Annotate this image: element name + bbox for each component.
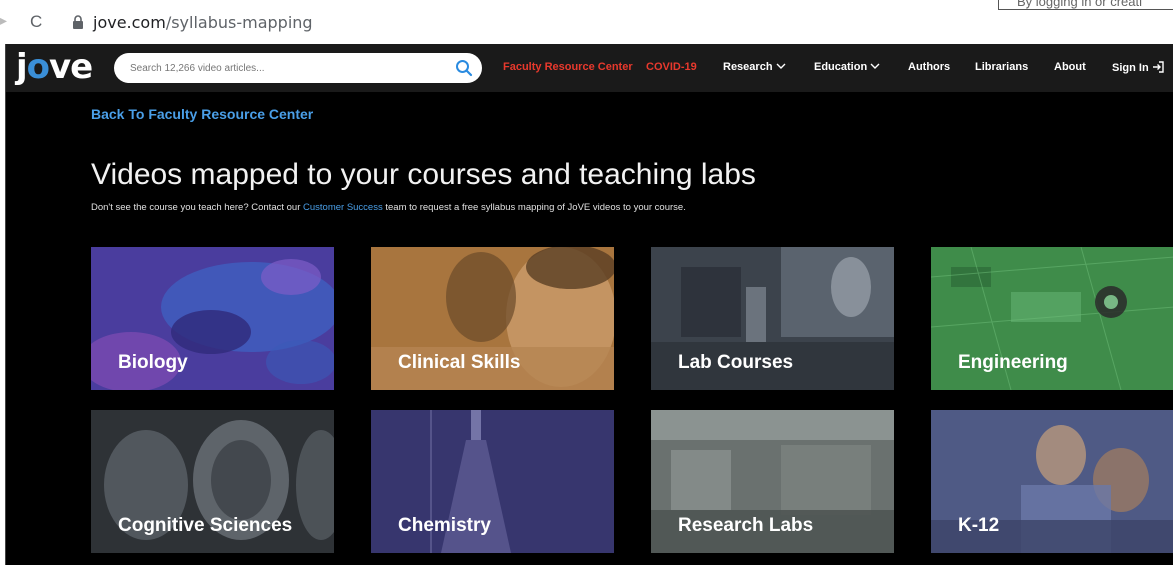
- nav-sign-in[interactable]: Sign In: [1112, 61, 1165, 74]
- logo-letters-ve: ve: [49, 47, 93, 87]
- course-tile-chemistry[interactable]: Chemistry: [371, 410, 614, 553]
- search-input[interactable]: [130, 59, 450, 77]
- sign-in-icon: [1152, 61, 1164, 73]
- course-tile-clinical-skills[interactable]: Clinical Skills: [371, 247, 614, 390]
- tile-label-clinical-skills: Clinical Skills: [398, 352, 521, 373]
- search-box: [114, 53, 482, 83]
- url-path: /syllabus-mapping: [165, 13, 313, 32]
- lock-icon: [73, 15, 83, 29]
- tile-label-cognitive-sciences: Cognitive Sciences: [118, 515, 293, 536]
- page-subtitle: Don't see the course you teach here? Con…: [91, 202, 686, 213]
- page-title: Videos mapped to your courses and teachi…: [91, 158, 756, 191]
- nav-authors[interactable]: Authors: [908, 61, 950, 73]
- chevron-down-icon: [870, 63, 880, 69]
- tile-label-research-labs: Research Labs: [678, 515, 814, 536]
- browser-address-bar: ▸ C jove.com/syllabus-mapping By logging…: [0, 0, 1173, 44]
- nav-education[interactable]: Education: [814, 61, 880, 73]
- page-viewport: jove Faculty Resource Center COVID-19 Re…: [5, 44, 1173, 565]
- search-icon[interactable]: [454, 58, 474, 78]
- nav-sign-in-label: Sign In: [1112, 62, 1149, 74]
- customer-success-link[interactable]: Customer Success: [303, 202, 383, 213]
- url-host: jove.com: [93, 13, 166, 32]
- tile-label-chemistry: Chemistry: [398, 515, 491, 536]
- overlay-panel: By logging in or creati: [998, 0, 1173, 10]
- course-tile-biology[interactable]: Biology: [91, 247, 334, 390]
- chevron-down-icon: [776, 63, 786, 69]
- course-tile-k12[interactable]: K-12: [931, 410, 1173, 553]
- nav-librarians[interactable]: Librarians: [975, 61, 1028, 73]
- nav-education-label: Education: [814, 61, 868, 73]
- back-arrow-icon[interactable]: ▸: [0, 12, 10, 30]
- jove-logo[interactable]: jove: [16, 46, 93, 88]
- subtitle-text-start: Don't see the course you teach here? Con…: [91, 202, 303, 213]
- course-tile-cognitive-sciences[interactable]: Cognitive Sciences: [91, 410, 334, 553]
- tile-label-biology: Biology: [118, 352, 188, 373]
- subtitle-text-end: team to request a free syllabus mapping …: [382, 202, 686, 213]
- nav-covid-19[interactable]: COVID-19: [646, 61, 697, 73]
- logo-letter-j: j: [16, 47, 28, 87]
- nav-faculty-resource-center[interactable]: Faculty Resource Center: [503, 61, 633, 73]
- reload-icon[interactable]: C: [30, 12, 42, 32]
- nav-research[interactable]: Research: [723, 61, 786, 73]
- tile-label-engineering: Engineering: [958, 352, 1068, 373]
- nav-research-label: Research: [723, 61, 773, 73]
- tile-label-k12: K-12: [958, 515, 1000, 536]
- url-field[interactable]: jove.com/syllabus-mapping: [93, 13, 313, 32]
- overlay-panel-text: By logging in or creati: [1017, 0, 1143, 9]
- nav-about[interactable]: About: [1054, 61, 1086, 73]
- logo-letter-o: o: [26, 47, 50, 87]
- tile-label-lab-courses: Lab Courses: [678, 352, 794, 373]
- course-tile-research-labs[interactable]: Research Labs: [651, 410, 894, 553]
- site-header: jove Faculty Resource Center COVID-19 Re…: [6, 44, 1173, 92]
- course-tile-engineering[interactable]: Engineering: [931, 247, 1173, 390]
- back-to-faculty-link[interactable]: Back To Faculty Resource Center: [91, 106, 313, 122]
- course-tile-lab-courses[interactable]: Lab Courses: [651, 247, 894, 390]
